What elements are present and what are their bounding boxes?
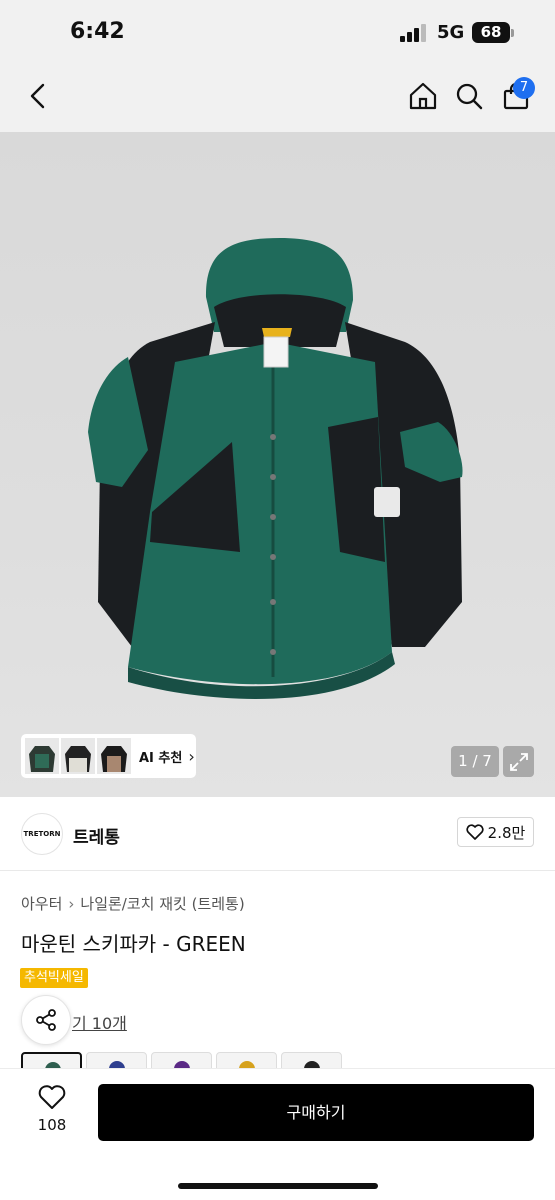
chevron-right-icon: › — [188, 746, 195, 766]
color-option[interactable] — [281, 1052, 342, 1068]
home-icon — [409, 82, 437, 110]
brand-like-count: 2.8만 — [487, 823, 526, 842]
home-button[interactable] — [404, 77, 442, 115]
top-navigation — [0, 60, 555, 132]
breadcrumb: 아우터 › 나일론/코치 재킷 (트레통) — [21, 893, 245, 914]
share-button[interactable] — [21, 995, 71, 1045]
wishlist-button[interactable]: 108 — [22, 1084, 82, 1140]
expand-icon — [509, 752, 528, 771]
recommendation-thumbnail[interactable] — [25, 738, 59, 774]
recommendation-thumbnail[interactable] — [61, 738, 95, 774]
product-title: 마운틴 스키파카 - GREEN — [21, 932, 246, 956]
ai-recommendation[interactable]: AI 추천 › — [21, 734, 196, 778]
jacket-thumb-icon — [65, 746, 91, 772]
color-option[interactable] — [216, 1052, 277, 1068]
ai-recommend-label: AI 추천 — [139, 750, 183, 766]
jacket-thumb-icon — [101, 746, 127, 772]
color-swatch — [174, 1061, 190, 1068]
battery-icon: 68 — [472, 22, 510, 43]
color-option[interactable] — [151, 1052, 212, 1068]
home-indicator[interactable] — [178, 1183, 378, 1189]
wishlist-count: 108 — [37, 1116, 67, 1134]
color-swatch — [304, 1061, 320, 1068]
color-option[interactable] — [86, 1052, 147, 1068]
breadcrumb-item[interactable]: 아우터 — [21, 895, 62, 913]
brand-name[interactable]: 트레통 — [73, 823, 120, 848]
brand-like-button[interactable]: 2.8만 — [457, 817, 534, 847]
network-type: 5G — [437, 22, 465, 43]
heart-icon — [38, 1085, 66, 1109]
review-link[interactable]: 기 10개 — [72, 1010, 127, 1034]
share-icon — [36, 1009, 56, 1031]
image-counter: 1 / 7 — [451, 746, 499, 777]
status-time: 6:42 — [70, 19, 125, 44]
brand-row[interactable]: TRETORN 트레통 2.8만 — [0, 797, 555, 871]
product-image-gallery[interactable]: AI 추천 › 1 / 7 — [0, 132, 555, 797]
color-swatch — [109, 1061, 125, 1068]
expand-button[interactable] — [503, 746, 534, 777]
bottom-action-bar: 108 구매하기 — [0, 1068, 555, 1200]
battery-cap — [511, 29, 514, 37]
color-swatch — [239, 1061, 255, 1068]
search-button[interactable] — [450, 77, 488, 115]
chevron-right-icon: › — [68, 895, 75, 913]
recommendation-thumbnail[interactable] — [97, 738, 131, 774]
color-options — [21, 1052, 555, 1068]
jacket-image — [88, 238, 463, 699]
heart-icon — [466, 824, 484, 840]
chevron-left-icon — [30, 83, 45, 109]
signal-icon — [400, 24, 428, 42]
back-button[interactable] — [20, 78, 56, 114]
buy-button[interactable]: 구매하기 — [98, 1084, 534, 1141]
cart-count-badge: 7 — [513, 77, 535, 99]
promo-badge: 추석빅세일 — [20, 968, 88, 988]
status-bar: 6:42 5G 68 — [0, 0, 555, 60]
search-icon — [456, 83, 483, 110]
breadcrumb-item[interactable]: 나일론/코치 재킷 (트레통) — [80, 895, 244, 913]
brand-logo[interactable]: TRETORN — [21, 813, 63, 855]
color-option[interactable] — [21, 1052, 82, 1068]
jacket-thumb-icon — [29, 746, 55, 772]
